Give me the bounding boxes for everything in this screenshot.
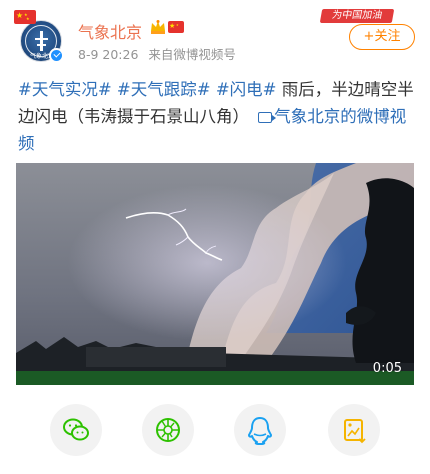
wechat-icon [63, 418, 89, 441]
qzone-icon [344, 419, 366, 444]
share-moments-button[interactable] [142, 404, 194, 456]
video-frame [16, 163, 414, 385]
topic-link[interactable]: #天气跟踪# [117, 80, 211, 99]
account-name[interactable]: 气象北京 [78, 19, 142, 43]
post-meta: 8-9 20:26 来自微博视频号 [78, 44, 236, 63]
topic-link[interactable]: #天气实况# [18, 80, 112, 99]
post-time: 8-9 20:26 [78, 47, 139, 62]
china-flag-icon: ★ ★ ★ [14, 10, 36, 24]
avatar-tower [40, 31, 43, 51]
share-wechat-button[interactable] [50, 404, 102, 456]
qq-icon [248, 417, 272, 445]
verified-badge-icon [49, 48, 64, 63]
share-bar [0, 404, 430, 462]
share-qq-button[interactable] [234, 404, 286, 456]
share-qzone-button[interactable] [328, 404, 380, 456]
video-link-icon [258, 112, 277, 123]
follow-button[interactable]: +关注 [349, 24, 415, 50]
post-source[interactable]: 来自微博视频号 [148, 47, 236, 62]
avatar-tower-bar [35, 38, 48, 40]
post-header: 气象北京 ★ ★ ★ 气象北京 ★ ★ 8-9 20:26 来自微博视频号 为中… [0, 0, 430, 72]
post-text: #天气实况# #天气跟踪# #闪电# 雨后，半边晴空半边闪电（韦涛摄于石景山八角… [18, 76, 416, 157]
moments-icon [156, 418, 180, 442]
topic-link[interactable]: #闪电# [216, 80, 277, 99]
crown-icon [151, 20, 165, 34]
video-player[interactable]: 0:05 [16, 163, 414, 385]
china-flag-icon: ★ ★ [168, 21, 184, 33]
slogan-badge: 为中国加油 [319, 9, 395, 23]
avatar-tower-bar [37, 44, 46, 46]
video-duration: 0:05 [372, 361, 402, 376]
